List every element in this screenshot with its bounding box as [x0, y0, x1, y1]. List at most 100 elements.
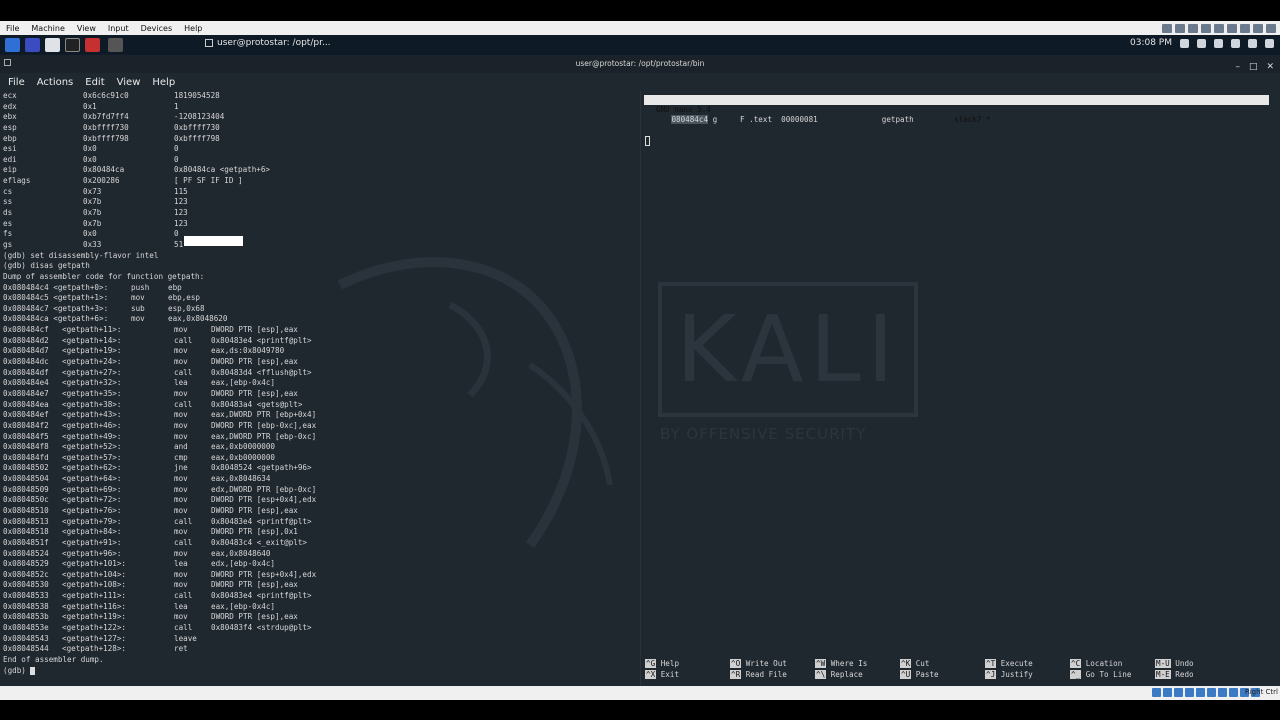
- disasm-symbol: <getpath+122>:: [62, 623, 127, 633]
- menu-help[interactable]: Help: [144, 77, 179, 88]
- disasm-operands: DWORD PTR [esp],eax: [211, 580, 298, 590]
- monitor-icon[interactable]: [1175, 23, 1185, 33]
- network-icon[interactable]: [1185, 688, 1194, 697]
- shortcut-key: ^U: [900, 669, 912, 679]
- logout-icon[interactable]: [1265, 38, 1274, 48]
- vbox-menu-input[interactable]: Input: [102, 24, 135, 33]
- disasm-operands: eax,DWORD PTR [ebp+0x4]: [211, 410, 317, 420]
- optical-icon[interactable]: [1163, 688, 1172, 697]
- shortcut-label: Cut: [915, 659, 930, 668]
- nano-editor-pane[interactable]: GNU nano 5.4 stack7 * 080484c4 g F .text…: [644, 91, 1280, 686]
- lock-icon[interactable]: [1248, 38, 1257, 48]
- disasm-address: 0x08048538: [3, 601, 49, 611]
- disasm-opcode: call: [174, 399, 193, 409]
- active-terminal-icon[interactable]: [108, 38, 123, 52]
- shared-folder-icon[interactable]: [1207, 688, 1216, 697]
- register-hex: 0xbffff798: [83, 133, 129, 143]
- disasm-symbol: <getpath+57>:: [62, 452, 122, 462]
- disasm-head-list: 0x080484c4 <getpath+0>: push ebp 0x080484c5…: [0, 283, 640, 326]
- disasm-symbol: <getpath+32>:: [62, 378, 122, 388]
- nano-shortcut[interactable]: ^O Write Out ^R Read File: [730, 659, 787, 680]
- monitor-icon[interactable]: [1214, 23, 1224, 33]
- nano-shortcut[interactable]: ^W Where Is ^\ Replace: [815, 659, 867, 680]
- display-icon[interactable]: [1218, 688, 1227, 697]
- file-manager-icon[interactable]: [45, 38, 60, 52]
- vbox-menu-machine[interactable]: Machine: [25, 24, 71, 33]
- register-value: 0: [174, 154, 179, 164]
- browser-icon[interactable]: [85, 38, 100, 52]
- register-value: -1208123404: [174, 112, 225, 122]
- window-menu-icon[interactable]: [4, 59, 11, 66]
- disasm-address: 0x08048529: [3, 559, 49, 569]
- nano-cursor: [645, 136, 650, 146]
- kali-menu-icon[interactable]: [5, 38, 20, 52]
- disasm-row: 0x0804851f <getpath+91>: call 0x80483c4 <_e…: [0, 538, 640, 549]
- disasm-symbol: <getpath+119>:: [62, 612, 127, 622]
- usb-icon[interactable]: [1196, 688, 1205, 697]
- menu-edit[interactable]: Edit: [77, 77, 108, 88]
- gdb-output-text: End of assembler dump.: [3, 654, 104, 664]
- disasm-opcode: call: [174, 367, 193, 377]
- nano-shortcut[interactable]: ^T Execute ^J Justify: [985, 659, 1033, 680]
- disasm-row: 0x080484f5 <getpath+49>: mov eax,DWORD PTR …: [0, 432, 640, 443]
- workspace-icon[interactable]: [25, 38, 40, 52]
- display-icon[interactable]: [1180, 38, 1189, 48]
- audio-icon[interactable]: [1174, 688, 1183, 697]
- monitor-icon[interactable]: [1266, 23, 1276, 33]
- register-hex: 0x0: [83, 144, 97, 154]
- nano-shortcut[interactable]: M-U Undo M-E Redo: [1155, 659, 1194, 680]
- vbox-menu-view[interactable]: View: [71, 24, 102, 33]
- monitor-icon[interactable]: [1240, 23, 1250, 33]
- nano-shortcut[interactable]: ^C Location ^_ Go To Line: [1070, 659, 1131, 680]
- shortcut-label: Paste: [915, 669, 939, 679]
- register-row: edx 0x1 1: [0, 102, 640, 113]
- monitor-icon[interactable]: [1201, 23, 1211, 33]
- vbox-menu-help[interactable]: Help: [178, 24, 208, 33]
- clock[interactable]: 03:08 PM: [1130, 38, 1172, 48]
- register-hex: 0x0: [83, 229, 97, 239]
- shortcut-label: Location: [1085, 659, 1123, 668]
- register-name: ss: [3, 197, 13, 207]
- nano-shortcut[interactable]: ^G Help ^X Exit: [645, 659, 679, 680]
- disasm-opcode: lea: [174, 378, 188, 388]
- gdb-terminal-pane[interactable]: ecx 0x6c6c91c0 1819054528 edx 0x1 1 ebx 0xb7fd7…: [0, 91, 640, 686]
- volume-icon[interactable]: [1197, 38, 1206, 48]
- record-icon[interactable]: [1229, 688, 1238, 697]
- terminal-icon[interactable]: [65, 38, 80, 52]
- register-hex: 0xb7fd7ff4: [83, 112, 129, 122]
- power-icon[interactable]: [1231, 38, 1240, 48]
- register-hex: 0x1: [83, 101, 97, 111]
- nano-shortcut[interactable]: ^K Cut ^U Paste: [900, 659, 939, 680]
- taskbar-terminal-task[interactable]: user@protostar: /opt/pr...: [205, 38, 331, 48]
- menu-file[interactable]: File: [0, 77, 29, 88]
- disasm-row: 0x080484d2 <getpath+14>: call 0x80483e4 <pr…: [0, 336, 640, 347]
- pane-divider[interactable]: [640, 91, 641, 686]
- disasm-address: 0x080484c7 <getpath+3>:: [3, 303, 109, 313]
- register-name: edi: [3, 154, 17, 164]
- disasm-row: 0x0804852c <getpath+104>: mov DWORD PTR [es…: [0, 570, 640, 581]
- hdd-icon[interactable]: [1152, 688, 1161, 697]
- vbox-menu-devices[interactable]: Devices: [135, 24, 179, 33]
- register-value: 115: [174, 186, 188, 196]
- monitor-icon[interactable]: [1188, 23, 1198, 33]
- register-row: esi 0x0 0: [0, 144, 640, 155]
- disasm-symbol: <getpath+62>:: [62, 463, 122, 473]
- disasm-symbol: <getpath+127>:: [62, 633, 127, 643]
- disasm-operands: eax,0x8048640: [211, 548, 271, 558]
- disasm-symbol: <getpath+64>:: [62, 474, 122, 484]
- monitor-icon[interactable]: [1162, 23, 1172, 33]
- monitor-icon[interactable]: [1227, 23, 1237, 33]
- register-row: fs 0x0 0: [0, 229, 640, 240]
- vbox-menu-file[interactable]: File: [0, 24, 25, 33]
- nano-text-line[interactable]: 080484c4 g F .text 00000081 getpath: [644, 105, 1269, 124]
- menu-view[interactable]: View: [109, 77, 145, 88]
- disasm-symbol: <getpath+35>:: [62, 388, 122, 398]
- vbox-status-icons: [1152, 688, 1260, 697]
- disasm-opcode: call: [174, 537, 193, 547]
- notification-icon[interactable]: [1214, 38, 1223, 48]
- monitor-icon[interactable]: [1253, 23, 1263, 33]
- disasm-operands: 0x80483e4 <printf@plt>: [211, 591, 312, 601]
- register-name: ebx: [3, 112, 17, 122]
- disasm-symbol: <getpath+43>:: [62, 410, 122, 420]
- menu-actions[interactable]: Actions: [29, 77, 78, 88]
